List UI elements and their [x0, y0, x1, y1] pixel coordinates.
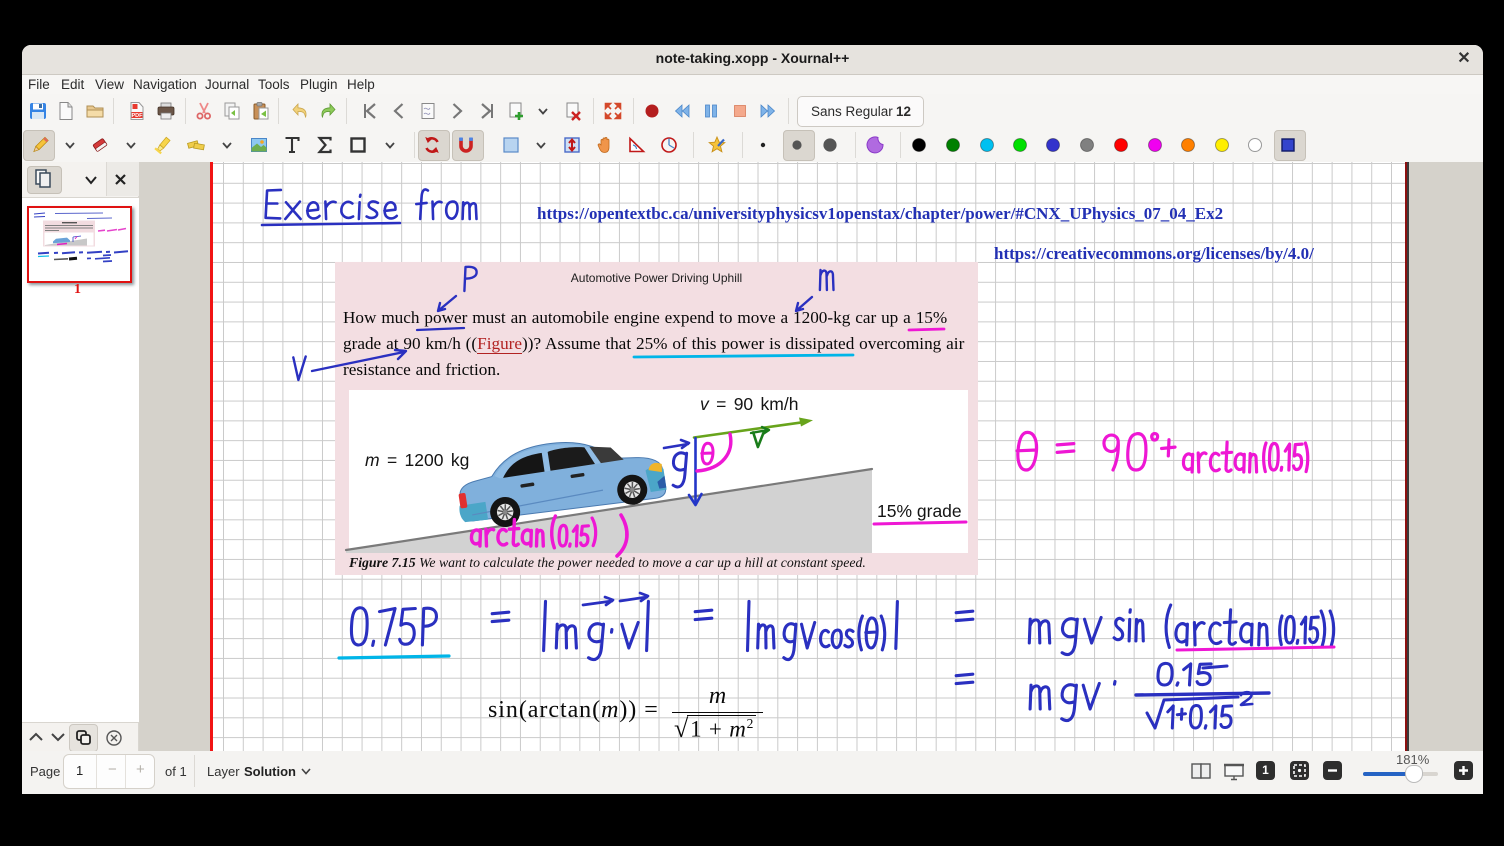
svg-text:PDF: PDF	[132, 113, 144, 119]
